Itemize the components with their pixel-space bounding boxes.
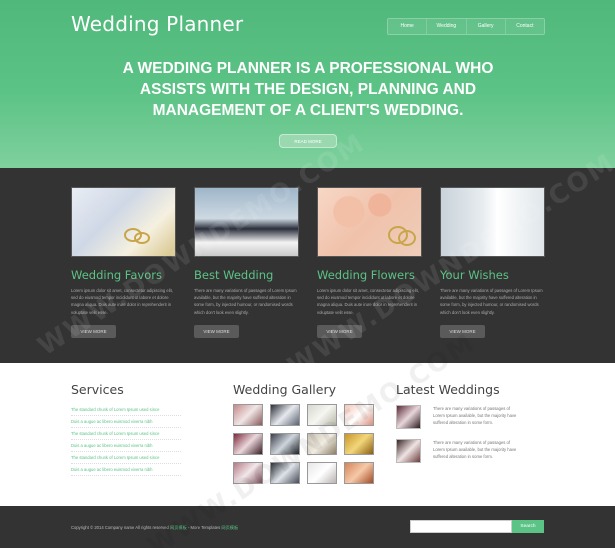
- gallery-thumb[interactable]: [344, 404, 374, 426]
- nav-gallery[interactable]: Gallery: [467, 19, 506, 34]
- copyright-text: Copyright © 2014 Company name All rights…: [71, 525, 238, 531]
- your-wishes-photo[interactable]: [440, 187, 545, 257]
- gallery-thumb[interactable]: [344, 462, 374, 484]
- gallery-thumb[interactable]: [307, 462, 337, 484]
- copyright-mid: - More Templates: [187, 525, 221, 530]
- read-more-button[interactable]: READ MORE: [279, 134, 337, 148]
- service-link[interactable]: The standard chunk of Lorem Ipsum used s…: [71, 452, 181, 464]
- ring-icon: [134, 232, 150, 244]
- feature-description: There are many variations of passages of…: [194, 288, 297, 315]
- latest-wedding-thumb[interactable]: [396, 405, 421, 429]
- feature-description: Lorem ipsum dolor sit amet, consectetur …: [71, 288, 173, 315]
- copyright-link[interactable]: 网页模板: [170, 525, 187, 530]
- latest-weddings-title: Latest Weddings: [396, 382, 500, 397]
- gallery-thumb[interactable]: [307, 404, 337, 426]
- view-more-button[interactable]: VIEW MORE: [440, 324, 485, 338]
- templates-link[interactable]: 网页模板: [221, 525, 238, 530]
- feature-wedding-flowers: Wedding Flowers Lorem ipsum dolor sit am…: [317, 187, 422, 338]
- gallery-thumb[interactable]: [307, 433, 337, 455]
- latest-wedding-text: There are many variations of passages of…: [433, 406, 517, 425]
- ring-icon: [398, 230, 416, 246]
- feature-wedding-favors: Wedding Favors Lorem ipsum dolor sit ame…: [71, 187, 176, 338]
- latest-wedding-item: There are many variations of passages of…: [396, 405, 536, 435]
- site-logo[interactable]: Wedding Planner: [71, 12, 243, 36]
- best-wedding-photo[interactable]: [194, 187, 299, 257]
- services-title: Services: [71, 382, 124, 397]
- feature-best-wedding: Best Wedding There are many variations o…: [194, 187, 299, 338]
- gallery-thumb[interactable]: [270, 433, 300, 455]
- feature-title[interactable]: Wedding Favors: [71, 268, 176, 282]
- services-list: The standard chunk of Lorem Ipsum used s…: [71, 404, 181, 476]
- nav-wedding[interactable]: Wedding: [427, 19, 467, 34]
- latest-wedding-text: There are many variations of passages of…: [433, 440, 517, 459]
- view-more-button[interactable]: VIEW MORE: [71, 324, 116, 338]
- copyright-prefix: Copyright © 2014 Company name All rights…: [71, 525, 169, 530]
- gallery-thumb[interactable]: [270, 404, 300, 426]
- gallery-thumb[interactable]: [344, 433, 374, 455]
- hero-headline: A WEDDING PLANNER IS A PROFESSIONAL WHO …: [122, 60, 494, 119]
- service-link[interactable]: The standard chunk of Lorem Ipsum used s…: [71, 404, 181, 416]
- view-more-button[interactable]: VIEW MORE: [317, 324, 362, 338]
- main-nav: Home Wedding Gallery Contact: [387, 18, 545, 35]
- feature-description: There are many variations of passages of…: [440, 288, 543, 315]
- feature-description: Lorem ipsum dolor sit amet, consectetur …: [317, 288, 419, 315]
- feature-title[interactable]: Wedding Flowers: [317, 268, 422, 282]
- gallery-title: Wedding Gallery: [233, 382, 337, 397]
- latest-wedding-thumb[interactable]: [396, 439, 421, 463]
- latest-wedding-item: There are many variations of passages of…: [396, 439, 536, 469]
- search-input[interactable]: [410, 520, 512, 533]
- feature-your-wishes: Your Wishes There are many variations of…: [440, 187, 545, 338]
- feature-title[interactable]: Best Wedding: [194, 268, 299, 282]
- service-link[interactable]: Duis a augue ac libero euismod viverra n…: [71, 440, 181, 452]
- search-button[interactable]: Search: [512, 520, 544, 533]
- nav-home[interactable]: Home: [388, 19, 428, 34]
- service-link[interactable]: Duis a augue ac libero euismod viverra n…: [71, 464, 181, 476]
- features-section: Wedding Favors Lorem ipsum dolor sit ame…: [0, 168, 615, 363]
- wedding-favors-photo[interactable]: [71, 187, 176, 257]
- service-link[interactable]: The standard chunk of Lorem Ipsum used s…: [71, 428, 181, 440]
- nav-contact[interactable]: Contact: [506, 19, 544, 34]
- gallery-thumb[interactable]: [270, 462, 300, 484]
- gallery-thumb[interactable]: [233, 433, 263, 455]
- gallery-thumb[interactable]: [233, 462, 263, 484]
- service-link[interactable]: Duis a augue ac libero euismod viverra n…: [71, 416, 181, 428]
- gallery-thumb[interactable]: [233, 404, 263, 426]
- view-more-button[interactable]: VIEW MORE: [194, 324, 239, 338]
- wedding-flowers-photo[interactable]: [317, 187, 422, 257]
- feature-title[interactable]: Your Wishes: [440, 268, 545, 282]
